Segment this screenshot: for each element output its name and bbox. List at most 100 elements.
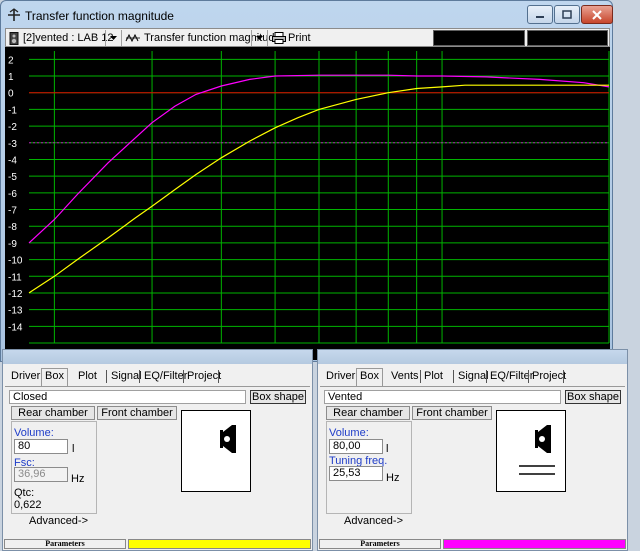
tab-plot[interactable]: Plot	[78, 370, 97, 385]
rear-chamber-button[interactable]: Rear chamber	[326, 406, 410, 420]
tab-separator	[486, 370, 487, 383]
readout-box-1	[433, 30, 525, 46]
qtc-value: 0,622	[14, 499, 42, 511]
tab-plot[interactable]: Plot	[424, 370, 443, 385]
y-tick-label: -2	[8, 122, 17, 133]
plot-area[interactable]: 210-1-2-3-4-5-6-7-8-9-10-11-12-13-142050…	[5, 47, 610, 360]
transfer-function-window: Transfer function magnitude [2]vented : …	[0, 0, 613, 362]
tab-eq-filter[interactable]: EQ/Filter	[490, 370, 533, 385]
readout-box-2	[527, 30, 608, 46]
toolbar-separator	[105, 30, 106, 46]
tuning-freq-input[interactable]: 25,53	[329, 466, 383, 481]
speaker-icon	[220, 425, 236, 453]
tab-signal[interactable]: Signal	[111, 370, 142, 385]
qtc-label: Qtc:	[14, 487, 35, 499]
parameters-label[interactable]: Parameters	[4, 539, 126, 549]
view-dropdown-button[interactable]	[253, 30, 266, 46]
tuning-freq-unit: Hz	[386, 472, 400, 484]
tab-project[interactable]: Project	[187, 370, 221, 385]
toolbar-separator	[267, 30, 268, 46]
project-dropdown-button[interactable]	[107, 30, 120, 46]
y-tick-label: 0	[8, 89, 14, 100]
tab-separator	[139, 370, 140, 383]
status-bar: Parameters	[319, 539, 626, 549]
tab-project[interactable]: Project	[532, 370, 566, 385]
volume-input[interactable]: 80,00	[329, 439, 383, 454]
tab-separator	[528, 370, 529, 383]
tab-separator	[420, 370, 421, 383]
y-tick-label: -7	[8, 206, 17, 217]
waveform-icon	[125, 33, 140, 43]
tab-box[interactable]: Box	[41, 368, 68, 386]
tab-underline	[5, 386, 310, 387]
window-title: Transfer function magnitude	[25, 9, 174, 23]
trace-color-swatch[interactable]	[443, 539, 626, 549]
fsc-unit: Hz	[71, 473, 85, 485]
tab-signal[interactable]: Signal	[458, 370, 489, 385]
tab-separator	[106, 370, 107, 383]
box-shape-button[interactable]: Box shape	[565, 390, 621, 404]
maximize-icon	[562, 10, 572, 19]
chevron-down-icon	[110, 36, 117, 40]
y-tick-label: -13	[8, 306, 23, 317]
print-button[interactable]: Print	[272, 30, 311, 46]
y-tick-label: 2	[8, 55, 14, 66]
speaker-icon	[519, 425, 555, 475]
vented-box-panel: Driver Box Vents Plot Signal EQ/Filter P…	[317, 349, 628, 551]
front-chamber-button[interactable]: Front chamber	[412, 406, 492, 420]
tab-separator	[218, 370, 219, 383]
y-tick-label: -8	[8, 222, 17, 233]
rear-chamber-button[interactable]: Rear chamber	[11, 406, 95, 420]
y-tick-label: -12	[8, 289, 23, 300]
volume-label: Volume:	[14, 427, 54, 439]
print-label: Print	[288, 32, 311, 44]
trace-color-swatch[interactable]	[128, 539, 311, 549]
tab-separator	[563, 370, 564, 383]
maximize-button[interactable]	[554, 5, 580, 24]
tab-eq-filter[interactable]: EQ/Filter	[144, 370, 187, 385]
tab-bar: Driver Box Vents Plot Signal EQ/Filter P…	[320, 368, 625, 386]
y-tick-label: -11	[8, 272, 22, 283]
advanced-link[interactable]: Advanced->	[29, 515, 88, 527]
panel-title-strip[interactable]	[3, 350, 312, 364]
y-tick-label: -1	[8, 105, 17, 116]
box-type-field: Closed	[9, 390, 246, 404]
parameters-label[interactable]: Parameters	[319, 539, 441, 549]
y-tick-label: -9	[8, 239, 17, 250]
tab-box[interactable]: Box	[356, 368, 383, 386]
fsc-field: 36,96	[14, 467, 68, 482]
minimize-button[interactable]	[527, 5, 553, 24]
panel-title-strip[interactable]	[318, 350, 627, 364]
printer-icon	[272, 32, 286, 44]
minimize-icon	[536, 15, 544, 18]
close-button[interactable]	[581, 5, 613, 24]
transfer-function-chart[interactable]: 210-1-2-3-4-5-6-7-8-9-10-11-12-13-142050…	[5, 47, 610, 360]
front-chamber-button[interactable]: Front chamber	[97, 406, 177, 420]
toolbar-separator	[251, 30, 252, 46]
speaker-icon	[9, 31, 19, 45]
box-diagram	[181, 410, 251, 492]
y-tick-label: 1	[8, 72, 14, 83]
close-icon	[592, 9, 602, 20]
volume-input[interactable]: 80	[14, 439, 68, 454]
tab-separator	[183, 370, 184, 383]
box-diagram	[496, 410, 566, 492]
tab-vents[interactable]: Vents	[391, 370, 419, 385]
tab-driver[interactable]: Driver	[11, 370, 40, 385]
volume-label: Volume:	[329, 427, 369, 439]
toolbar-separator	[121, 30, 122, 46]
volume-unit: l	[72, 443, 75, 455]
y-tick-label: -14	[8, 322, 23, 333]
title-bar[interactable]: Transfer function magnitude	[1, 1, 613, 29]
box-shape-button[interactable]: Box shape	[250, 390, 306, 404]
chevron-down-icon	[256, 36, 263, 40]
advanced-link[interactable]: Advanced->	[344, 515, 403, 527]
y-tick-label: -5	[8, 172, 17, 183]
project-select[interactable]: [2]vented : LAB 12	[9, 30, 114, 46]
tab-separator	[453, 370, 454, 383]
status-bar: Parameters	[4, 539, 311, 549]
toolbar: [2]vented : LAB 12 Transfer function mag…	[5, 28, 610, 47]
y-tick-label: -10	[8, 256, 23, 267]
y-tick-label: -4	[8, 155, 17, 166]
tab-driver[interactable]: Driver	[326, 370, 355, 385]
